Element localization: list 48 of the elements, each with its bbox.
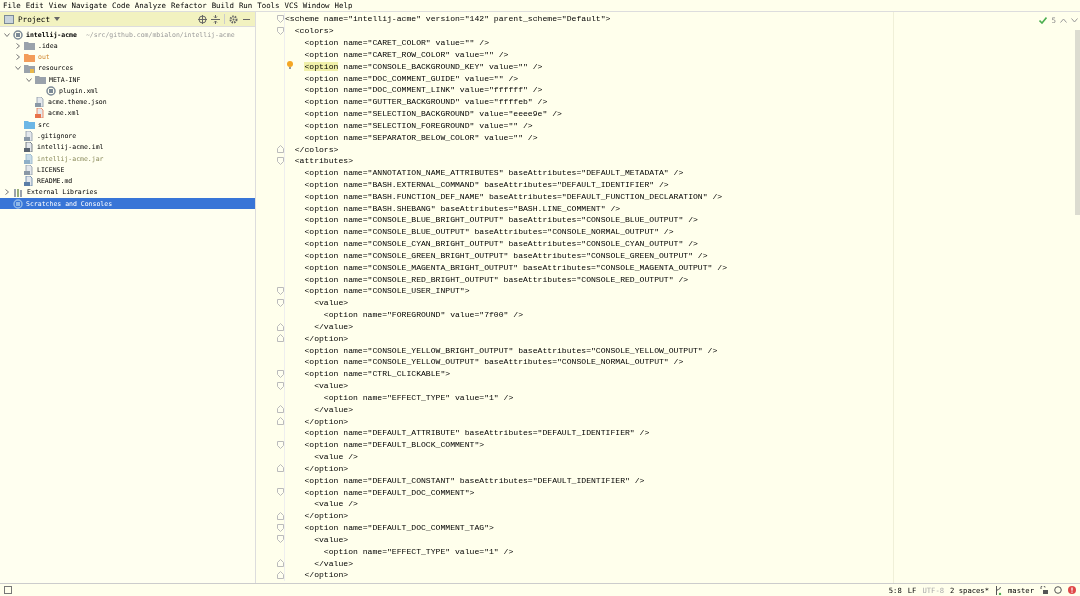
code-line: <option name="ANNOTATION_NAME_ATTRIBUTES" baseAttributes="DEFAULT_METADATA" /> — [303, 168, 684, 178]
code-line: <option name="DEFAULT_ATTRIBUTE" baseAttributes="DEFAULT_IDENTIFIER" /> — [303, 428, 650, 438]
code-line: <option name="CONSOLE_MAGENTA_BRIGHT_OUTPUT" baseAttributes="CONSOLE_MAGENTA_OUTPUT" /> — [303, 262, 727, 272]
code-line: <option name="CONSOLE_BLUE_OUTPUT" baseAttributes="CONSOLE_NORMAL_OUTPUT" /> — [303, 227, 674, 237]
code-line: </colors> — [293, 144, 339, 154]
code-line: <option name="SELECTION_FOREGROUND" value="" /> — [303, 120, 533, 130]
code-line: <value> — [313, 298, 349, 308]
code-line: <option name="BASH.EXTERNAL_COMMAND" baseAttributes="DEFAULT_IDENTIFIER" /> — [303, 180, 669, 189]
code-line: <option name="EFFECT_TYPE" value="1" /> — [322, 392, 514, 402]
code-line: <option name="CONSOLE_RED_BRIGHT_OUTPUT" baseAttributes="CONSOLE_RED_OUTPUT" /> — [303, 274, 689, 284]
code-line: <value /> — [313, 452, 358, 462]
code-line: <option name="CONSOLE_YELLOW_OUTPUT" baseAttributes="CONSOLE_NORMAL_OUTPUT" /> — [303, 357, 684, 367]
code-line: <value> — [313, 534, 349, 544]
code-line: <option name="CONSOLE_BLUE_BRIGHT_OUTPUT" baseAttributes="CONSOLE_BLUE_OUTPUT" /> — [303, 215, 698, 225]
code-line: </value> — [313, 404, 353, 414]
code-line: <value> — [313, 381, 349, 391]
code-line: <option name="GUTTER_BACKGROUND" value="ffffeb" /> — [303, 97, 548, 107]
code-line: <option name="DEFAULT_BLOCK_COMMENT"> — [303, 440, 485, 450]
code-line: <option name="DEFAULT_CONSTANT" baseAttributes="DEFAULT_IDENTIFIER" /> — [303, 475, 645, 485]
code-line: <option name="BASH.SHEBANG" baseAttributes="BASH.LINE_COMMENT" /> — [303, 203, 621, 213]
code-line: <option name="FOREGROUND" value="7f00" /> — [322, 310, 523, 320]
code-line: <option name="CONSOLE_YELLOW_BRIGHT_OUTPUT" baseAttributes="CONSOLE_YELLOW_OUTPUT" /> — [303, 345, 718, 355]
code-line: <option name="CONSOLE_USER_INPUT"> — [303, 286, 470, 296]
code-line: <scheme name="intellij-acme" version="142" parent_scheme="Default"> — [285, 14, 611, 24]
code-line: <option name="CONSOLE_BACKGROUND_KEY" value="" /> — [303, 61, 543, 71]
code-line: </option> — [303, 511, 349, 521]
code-line: </option> — [303, 416, 349, 426]
code-line: <option name="CONSOLE_CYAN_BRIGHT_OUTPUT" baseAttributes="CONSOLE_CYAN_OUTPUT" /> — [303, 239, 698, 249]
code-line: <option name="DEFAULT_DOC_COMMENT_TAG"> — [303, 523, 494, 532]
code-line: <attributes> — [293, 156, 353, 166]
code-line: <option name="BASH.FUNCTION_DEF_NAME" baseAttributes="DEFAULT_FUNCTION_DECLARATION" /> — [303, 191, 723, 201]
code-line: <option name="DEFAULT_DOC_COMMENT"> — [303, 487, 475, 497]
code-line: </option> — [303, 570, 349, 580]
code-line: <option name="EFFECT_TYPE" value="1" /> — [322, 546, 514, 556]
code-line: </value> — [313, 321, 353, 331]
code-line: <option name="CONSOLE_GREEN_BRIGHT_OUTPUT" baseAttributes="CONSOLE_GREEN_OUTPUT" /> — [303, 250, 708, 260]
code-line: <option name="CARET_COLOR" value="" /> — [303, 38, 489, 48]
code-line: <value /> — [313, 499, 358, 509]
code-line: </value> — [313, 558, 353, 568]
code-line: <colors> — [293, 26, 334, 36]
code-line: <option name="DOC_COMMENT_LINK" value="ffffff" /> — [303, 85, 543, 95]
code-line: <option name="SEPARATOR_BELOW_COLOR" value="" /> — [303, 132, 538, 142]
code-line: <option name="DOC_COMMENT_GUIDE" value="" /> — [303, 73, 519, 83]
code-line: <option name="SELECTION_BACKGROUND" value="eeee9e" /> — [303, 109, 562, 119]
code-line: </option> — [303, 333, 349, 343]
code-line: </option> — [303, 463, 349, 473]
code-line: <option name="CARET_ROW_COLOR" value="" /> — [303, 49, 509, 59]
code-line: <option name="CTRL_CLICKABLE"> — [303, 369, 451, 379]
